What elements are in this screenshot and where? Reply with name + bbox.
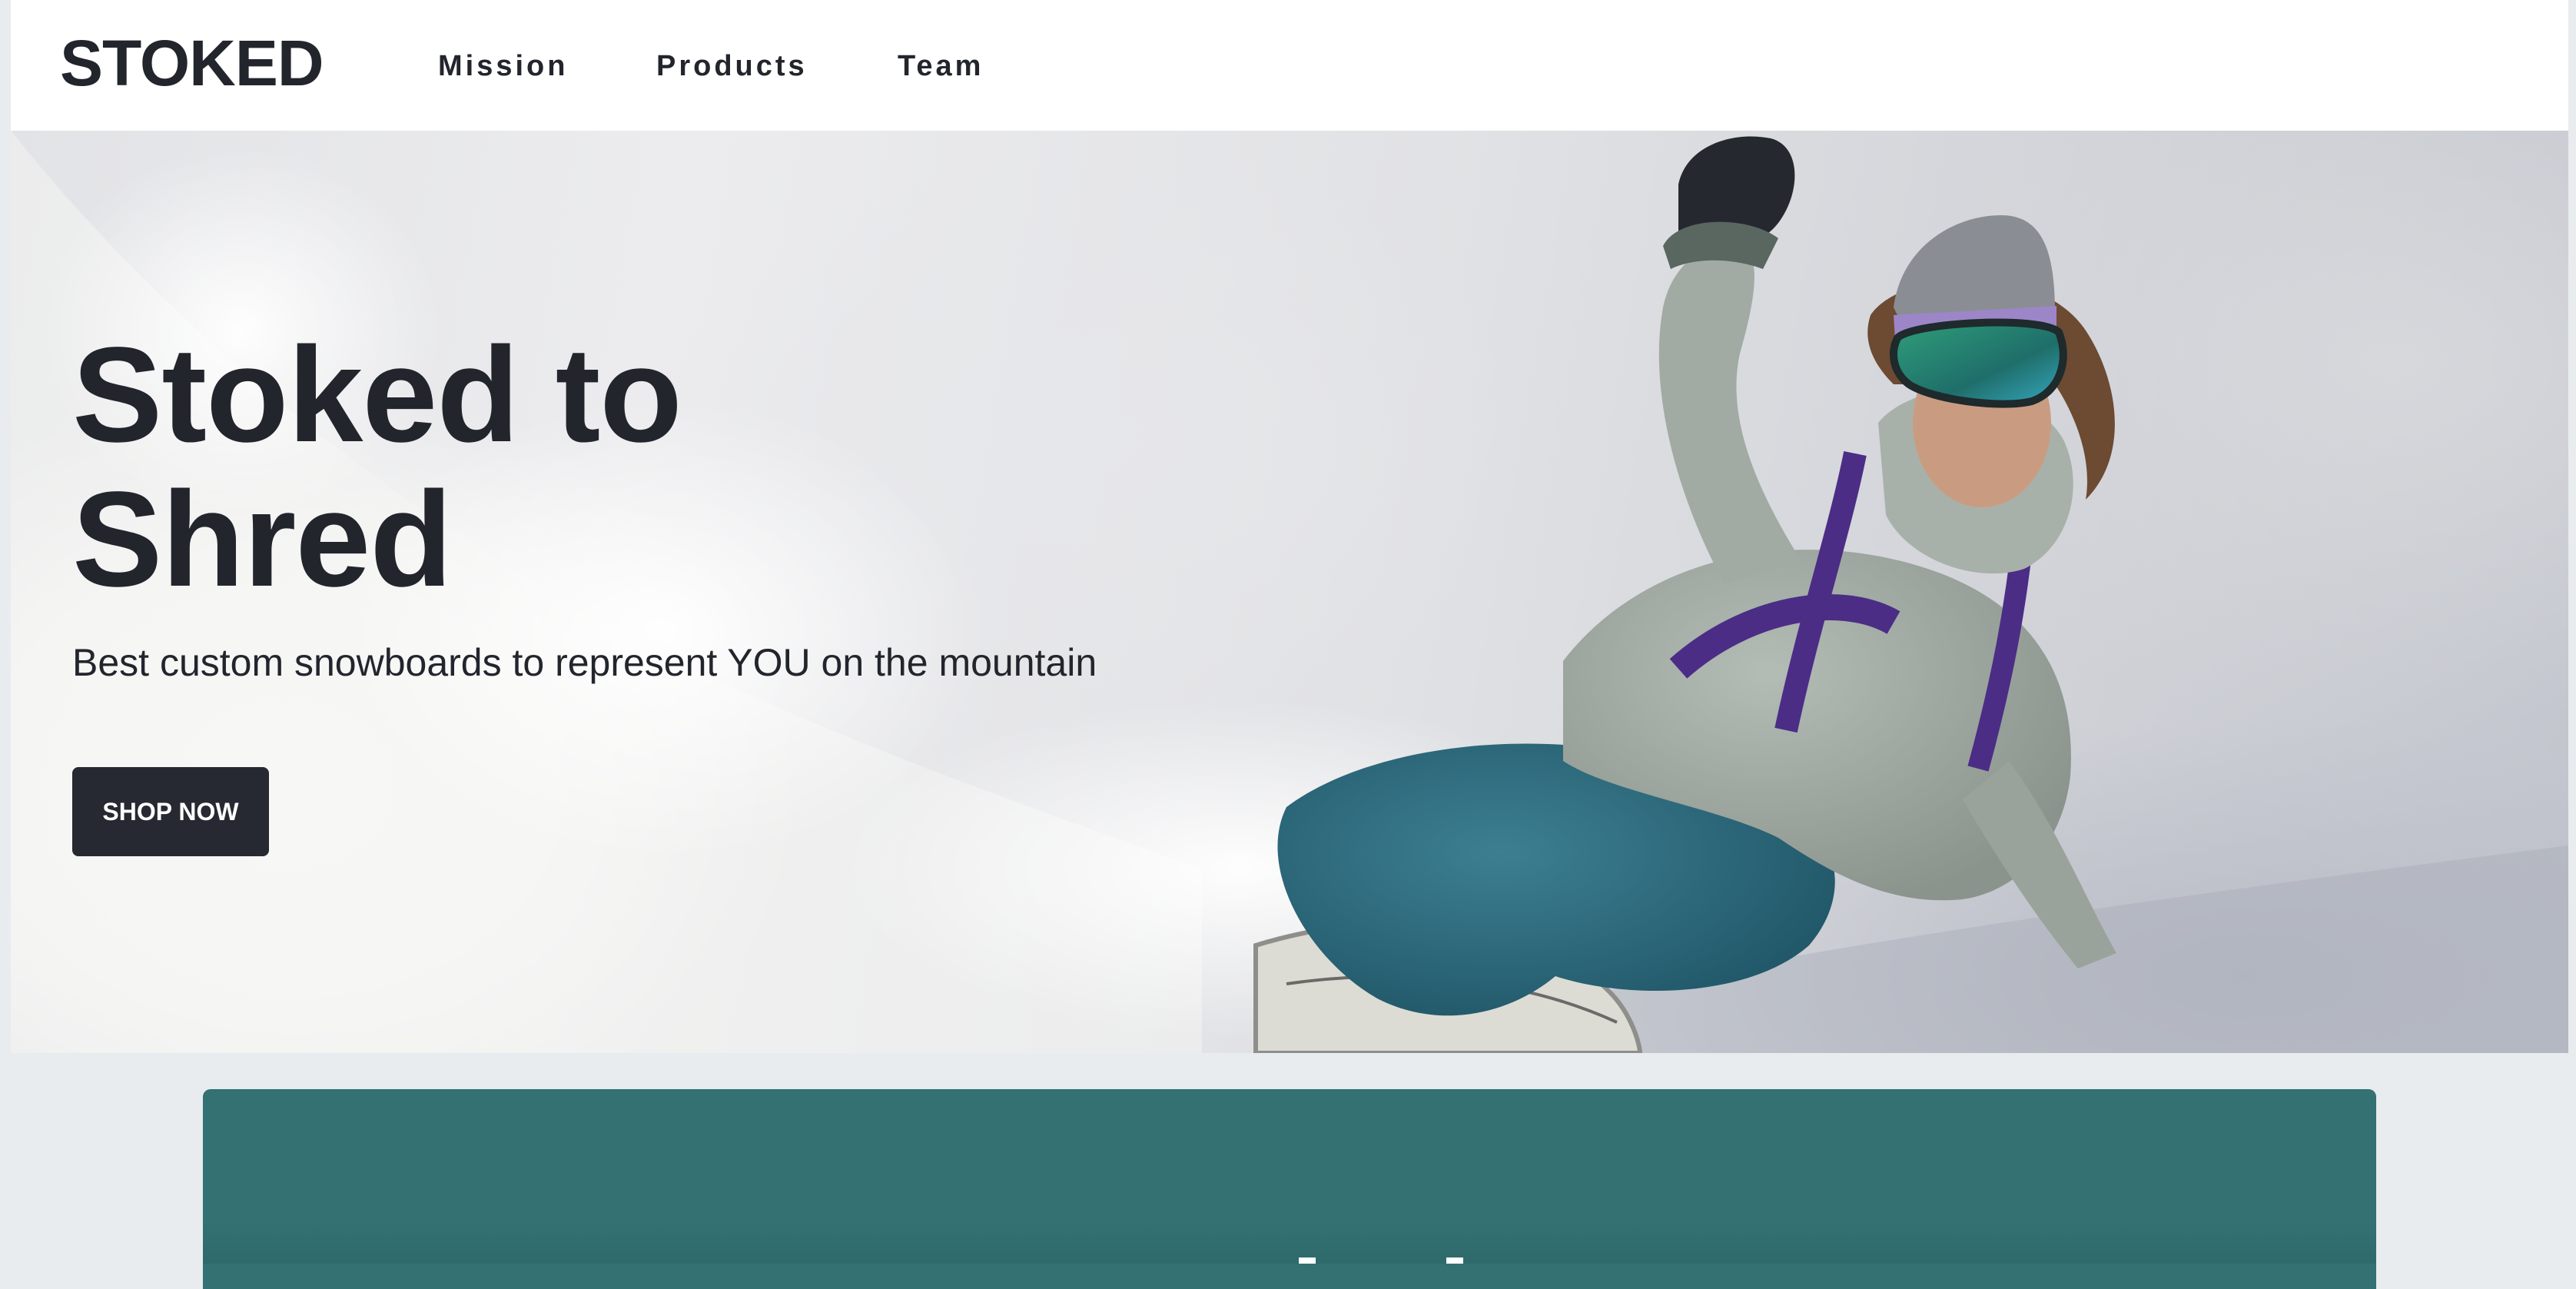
nav-link-products[interactable]: Products [656, 45, 808, 88]
hero-section: Stoked to Shred Best custom snowboards t… [11, 131, 2568, 1053]
brand-logo[interactable]: STOKED [60, 26, 324, 100]
teal-section-shade [203, 1222, 2376, 1264]
hero-title: Stoked to Shred [72, 320, 682, 615]
rider-raised-arm [1658, 244, 1801, 584]
rider-goggles [1890, 318, 2067, 408]
nav-link-team[interactable]: Team [898, 45, 984, 88]
nav-link-mission[interactable]: Mission [438, 45, 568, 88]
glyph-fragment [1446, 1257, 1463, 1264]
glyph-fragment [1299, 1257, 1316, 1264]
top-navigation: STOKED Mission Products Team [11, 0, 2568, 131]
shop-now-button[interactable]: SHOP NOW [72, 767, 269, 856]
rider-beanie [1894, 215, 2055, 323]
teal-heading-partial [1299, 1257, 1463, 1264]
hero-subtitle: Best custom snowboards to represent YOU … [72, 641, 1097, 684]
page-frame: STOKED Mission Products Team Stoked to S… [11, 0, 2568, 1053]
